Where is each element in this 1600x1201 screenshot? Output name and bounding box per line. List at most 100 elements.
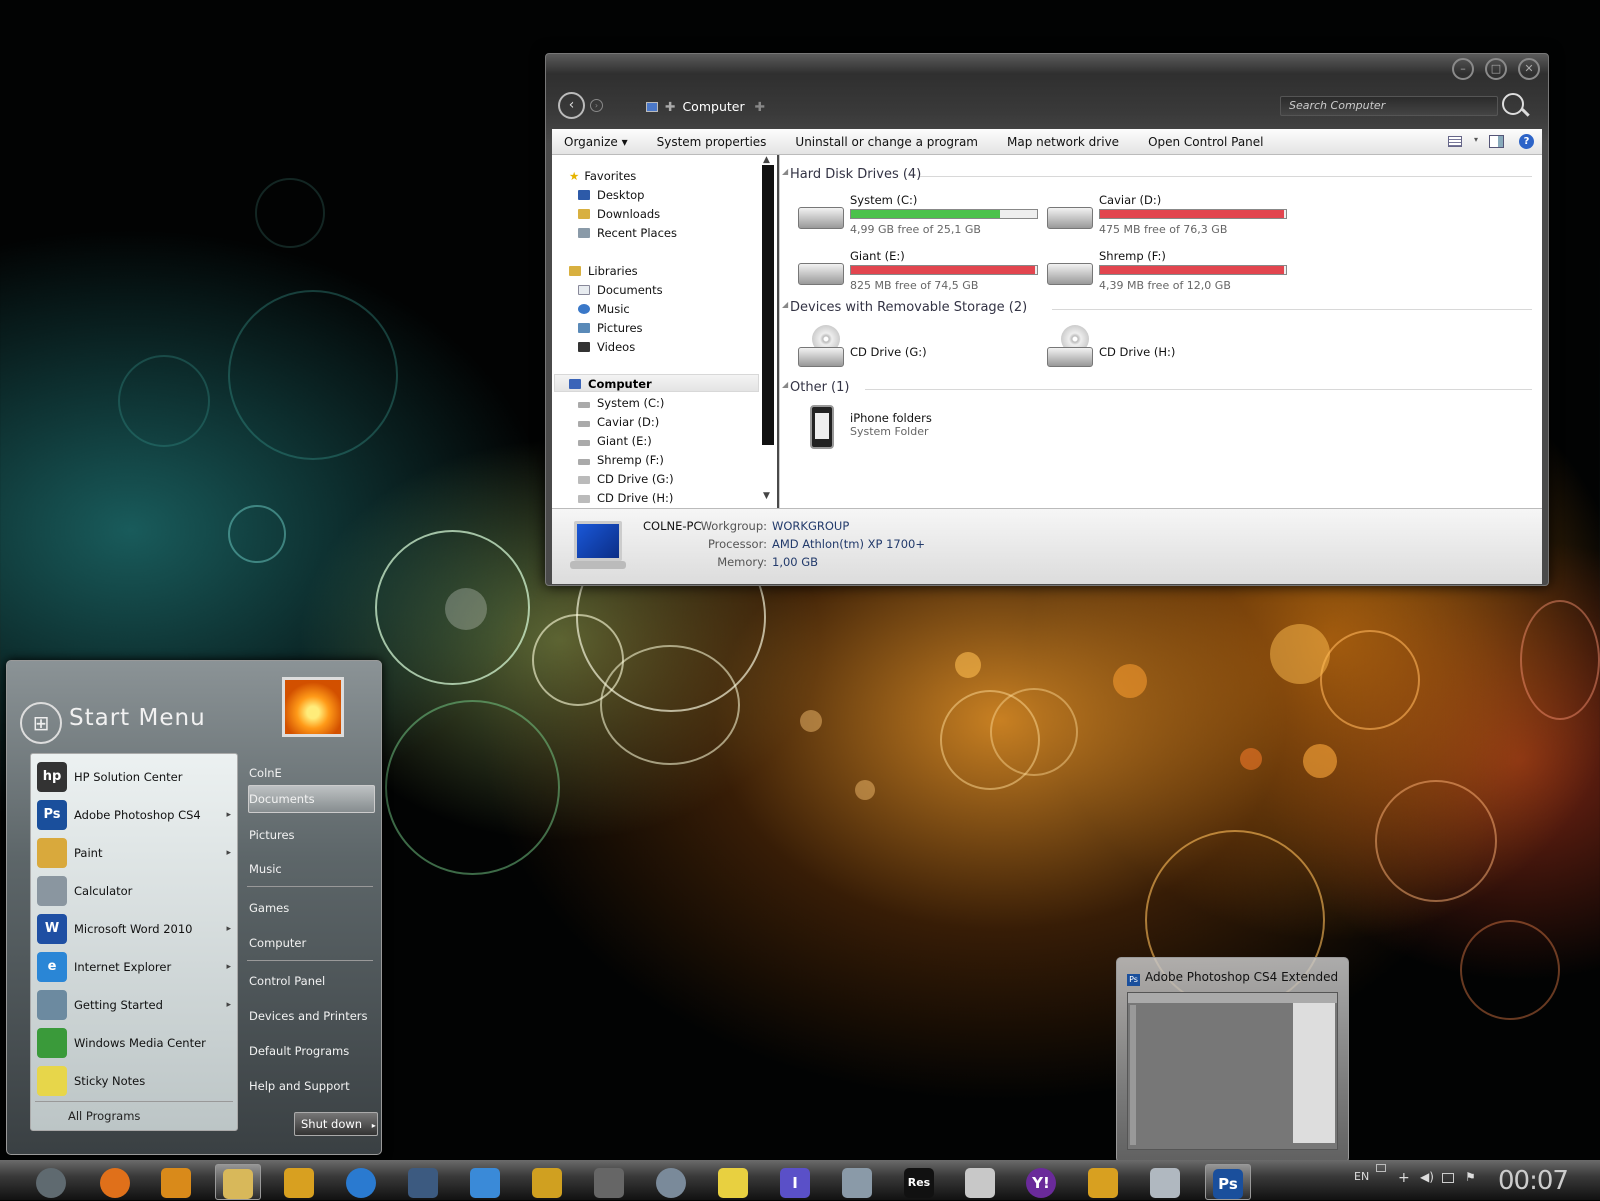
all-programs-button[interactable]: All Programs <box>68 1109 140 1123</box>
taskbar-button[interactable] <box>524 1164 570 1200</box>
taskbar-button[interactable] <box>462 1164 508 1200</box>
nav-libraries[interactable]: Libraries <box>569 264 638 278</box>
right-item-control-panel[interactable]: Control Panel <box>249 974 325 988</box>
action-center-flag-icon[interactable]: ⚑ <box>1465 1170 1476 1184</box>
view-options-icon[interactable] <box>1448 136 1462 147</box>
organize-button[interactable]: Organize ▾ <box>564 135 628 149</box>
taskbar-button[interactable] <box>586 1164 632 1200</box>
drive-d[interactable]: Caviar (D:) 475 MB free of 76,3 GB <box>1047 193 1297 238</box>
taskbar-button[interactable]: I <box>772 1164 818 1200</box>
group-removable-storage[interactable]: Devices with Removable Storage (2) <box>790 300 1027 315</box>
nav-item-drive-c[interactable]: System (C:) <box>578 396 664 410</box>
taskbar-button[interactable] <box>648 1164 694 1200</box>
shut-down-button[interactable]: Shut down ▸ <box>294 1112 378 1136</box>
nav-item-drive-f[interactable]: Shremp (F:) <box>578 453 664 467</box>
nav-item-downloads[interactable]: Downloads <box>578 207 660 221</box>
system-properties-button[interactable]: System properties <box>657 135 767 149</box>
drive-f[interactable]: Shremp (F:) 4,39 MB free of 12,0 GB <box>1047 249 1297 294</box>
right-item-documents[interactable]: Documents <box>249 792 315 806</box>
taskbar-button[interactable] <box>92 1164 138 1200</box>
group-other[interactable]: Other (1) <box>790 380 849 395</box>
program-item[interactable]: e Internet Explorer ▸ <box>37 950 231 984</box>
help-icon[interactable]: ? <box>1519 134 1534 149</box>
shut-down-arrow-icon[interactable]: ▸ <box>372 1121 376 1130</box>
language-indicator[interactable]: EN <box>1354 1170 1369 1183</box>
taskbar-button[interactable] <box>957 1164 1003 1200</box>
cd-drive-g[interactable]: CD Drive (G:) <box>798 325 1048 370</box>
right-item-devices-printers[interactable]: Devices and Printers <box>249 1009 368 1023</box>
taskbar-button[interactable]: Y! <box>1018 1164 1064 1200</box>
maximize-button[interactable]: □ <box>1485 58 1507 80</box>
network-icon[interactable] <box>1442 1173 1454 1183</box>
volume-icon[interactable]: ◀) <box>1420 1170 1434 1184</box>
program-item[interactable]: Windows Media Center <box>37 1026 231 1060</box>
breadcrumb-computer[interactable]: Computer <box>682 99 744 114</box>
breadcrumb[interactable]: ✚ Computer ✚ <box>646 99 765 114</box>
search-input[interactable]: Search Computer <box>1280 96 1498 116</box>
taskbar-button[interactable] <box>1080 1164 1126 1200</box>
drive-e[interactable]: Giant (E:) 825 MB free of 74,5 GB <box>798 249 1048 294</box>
program-item[interactable]: Calculator <box>37 874 231 908</box>
submenu-arrow-icon[interactable]: ▸ <box>226 924 231 934</box>
taskbar-button[interactable] <box>400 1164 446 1200</box>
taskbar-button[interactable] <box>28 1164 74 1200</box>
clock[interactable]: 00:07 <box>1498 1166 1569 1196</box>
nav-item-desktop[interactable]: Desktop <box>578 188 644 202</box>
keyboard-icon[interactable] <box>1376 1164 1386 1172</box>
open-control-panel-button[interactable]: Open Control Panel <box>1148 135 1263 149</box>
nav-scrollbar[interactable] <box>762 165 774 445</box>
preview-pane-icon[interactable] <box>1489 135 1504 148</box>
right-item-games[interactable]: Games <box>249 901 289 915</box>
nav-item-music[interactable]: Music <box>578 302 630 316</box>
iphone-folders[interactable]: iPhone folders System Folder <box>798 405 1048 450</box>
nav-computer[interactable]: Computer <box>569 377 652 391</box>
right-item-music[interactable]: Music <box>249 862 282 876</box>
program-item[interactable]: W Microsoft Word 2010 ▸ <box>37 912 231 946</box>
taskbar-button[interactable] <box>710 1164 756 1200</box>
minimize-button[interactable]: – <box>1452 58 1474 80</box>
right-item-computer[interactable]: Computer <box>249 936 306 950</box>
taskbar-button[interactable] <box>215 1164 261 1200</box>
submenu-arrow-icon[interactable]: ▸ <box>226 848 231 858</box>
nav-item-drive-g[interactable]: CD Drive (G:) <box>578 472 674 486</box>
collapse-icon[interactable]: ◢ <box>782 167 788 176</box>
collapse-icon[interactable]: ◢ <box>782 380 788 389</box>
program-item[interactable]: Sticky Notes <box>37 1064 231 1098</box>
nav-item-documents[interactable]: Documents <box>578 283 663 297</box>
right-item-default-programs[interactable]: Default Programs <box>249 1044 349 1058</box>
submenu-arrow-icon[interactable]: ▸ <box>226 1000 231 1010</box>
nav-item-videos[interactable]: Videos <box>578 340 635 354</box>
back-button[interactable]: ‹ <box>558 92 585 119</box>
group-hard-disk-drives[interactable]: Hard Disk Drives (4) <box>790 167 921 182</box>
map-network-drive-button[interactable]: Map network drive <box>1007 135 1119 149</box>
scroll-up-icon[interactable]: ▲ <box>763 155 770 165</box>
submenu-arrow-icon[interactable]: ▸ <box>226 810 231 820</box>
program-item[interactable]: hp HP Solution Center <box>37 760 231 794</box>
taskbar-button[interactable] <box>153 1164 199 1200</box>
uninstall-program-button[interactable]: Uninstall or change a program <box>795 135 978 149</box>
forward-button[interactable]: › <box>590 99 603 112</box>
taskbar-thumbnail-preview[interactable]: Ps Adobe Photoshop CS4 Extended <box>1116 957 1349 1163</box>
submenu-arrow-icon[interactable]: ▸ <box>226 962 231 972</box>
nav-item-pictures[interactable]: Pictures <box>578 321 643 335</box>
taskbar-button[interactable] <box>1142 1164 1188 1200</box>
search-icon[interactable] <box>1502 93 1524 115</box>
nav-item-drive-d[interactable]: Caviar (D:) <box>578 415 659 429</box>
scroll-down-icon[interactable]: ▼ <box>763 491 770 501</box>
cd-drive-h[interactable]: CD Drive (H:) <box>1047 325 1297 370</box>
add-icon[interactable]: + <box>1398 1170 1410 1186</box>
right-item-pictures[interactable]: Pictures <box>249 828 295 842</box>
taskbar-button[interactable] <box>338 1164 384 1200</box>
drive-c[interactable]: System (C:) 4,99 GB free of 25,1 GB <box>798 193 1048 238</box>
nav-item-drive-h[interactable]: CD Drive (H:) <box>578 491 673 505</box>
nav-item-recent-places[interactable]: Recent Places <box>578 226 677 240</box>
view-dropdown-icon[interactable]: ▾ <box>1474 135 1478 144</box>
right-item-user[interactable]: ColnE <box>249 766 282 780</box>
program-item[interactable]: Getting Started ▸ <box>37 988 231 1022</box>
nav-item-drive-e[interactable]: Giant (E:) <box>578 434 652 448</box>
close-button[interactable]: ✕ <box>1518 58 1540 80</box>
collapse-icon[interactable]: ◢ <box>782 300 788 309</box>
taskbar-button[interactable]: Res <box>896 1164 942 1200</box>
taskbar-button[interactable] <box>834 1164 880 1200</box>
nav-favorites[interactable]: ★ Favorites <box>569 169 636 183</box>
